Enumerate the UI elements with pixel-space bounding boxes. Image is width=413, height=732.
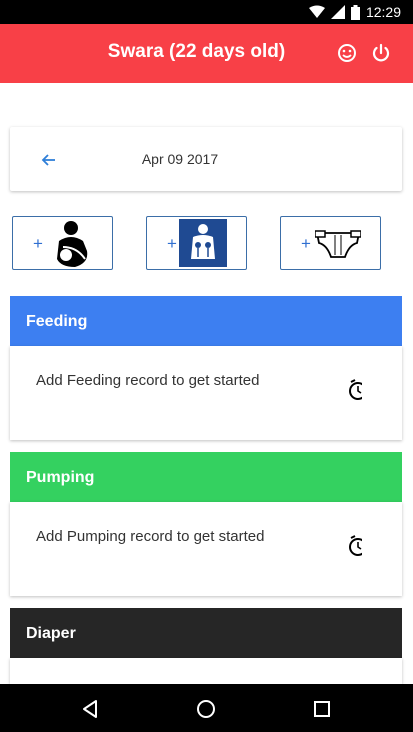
add-pumping-button[interactable]: + — [146, 216, 247, 270]
signal-icon — [330, 5, 345, 19]
status-icons: 12:29 — [308, 4, 401, 20]
date-navigator: Apr 09 2017 — [10, 127, 402, 191]
battery-icon — [350, 4, 360, 20]
feeding-card: Add Feeding record to get started — [10, 346, 402, 440]
current-date: Apr 09 2017 — [141, 151, 219, 167]
plus-label: + — [301, 234, 311, 253]
app-bar: Swara (22 days old) — [0, 24, 413, 83]
diaper-card — [10, 658, 402, 684]
recents-square-icon[interactable] — [311, 698, 333, 720]
pumping-card: Add Pumping record to get started — [10, 502, 402, 596]
timer-icon[interactable] — [346, 379, 362, 401]
navigation-bar — [0, 684, 413, 732]
breastfeeding-icon — [57, 221, 88, 267]
page-title: Swara (22 days old) — [107, 41, 286, 62]
breast-pump-icon — [179, 219, 227, 267]
wifi-icon — [308, 5, 325, 18]
add-feeding-button[interactable]: + — [12, 216, 113, 270]
smiley-icon[interactable] — [336, 42, 358, 64]
status-bar: 12:29 — [0, 0, 413, 24]
diaper-icon — [315, 230, 361, 258]
home-circle-icon[interactable] — [195, 698, 217, 720]
plus-label: + — [167, 234, 177, 253]
add-diaper-button[interactable]: + — [280, 216, 381, 270]
feeding-empty-message: Add Feeding record to get started — [36, 372, 260, 389]
back-triangle-icon[interactable] — [80, 698, 102, 720]
pumping-header[interactable]: Pumping — [10, 452, 402, 502]
plus-label: + — [33, 234, 43, 253]
pumping-empty-message: Add Pumping record to get started — [36, 528, 265, 545]
power-icon[interactable] — [370, 42, 392, 64]
diaper-header[interactable]: Diaper — [10, 608, 402, 658]
feeding-header[interactable]: Feeding — [10, 296, 402, 346]
status-time: 12:29 — [365, 4, 401, 20]
timer-icon[interactable] — [346, 535, 362, 557]
